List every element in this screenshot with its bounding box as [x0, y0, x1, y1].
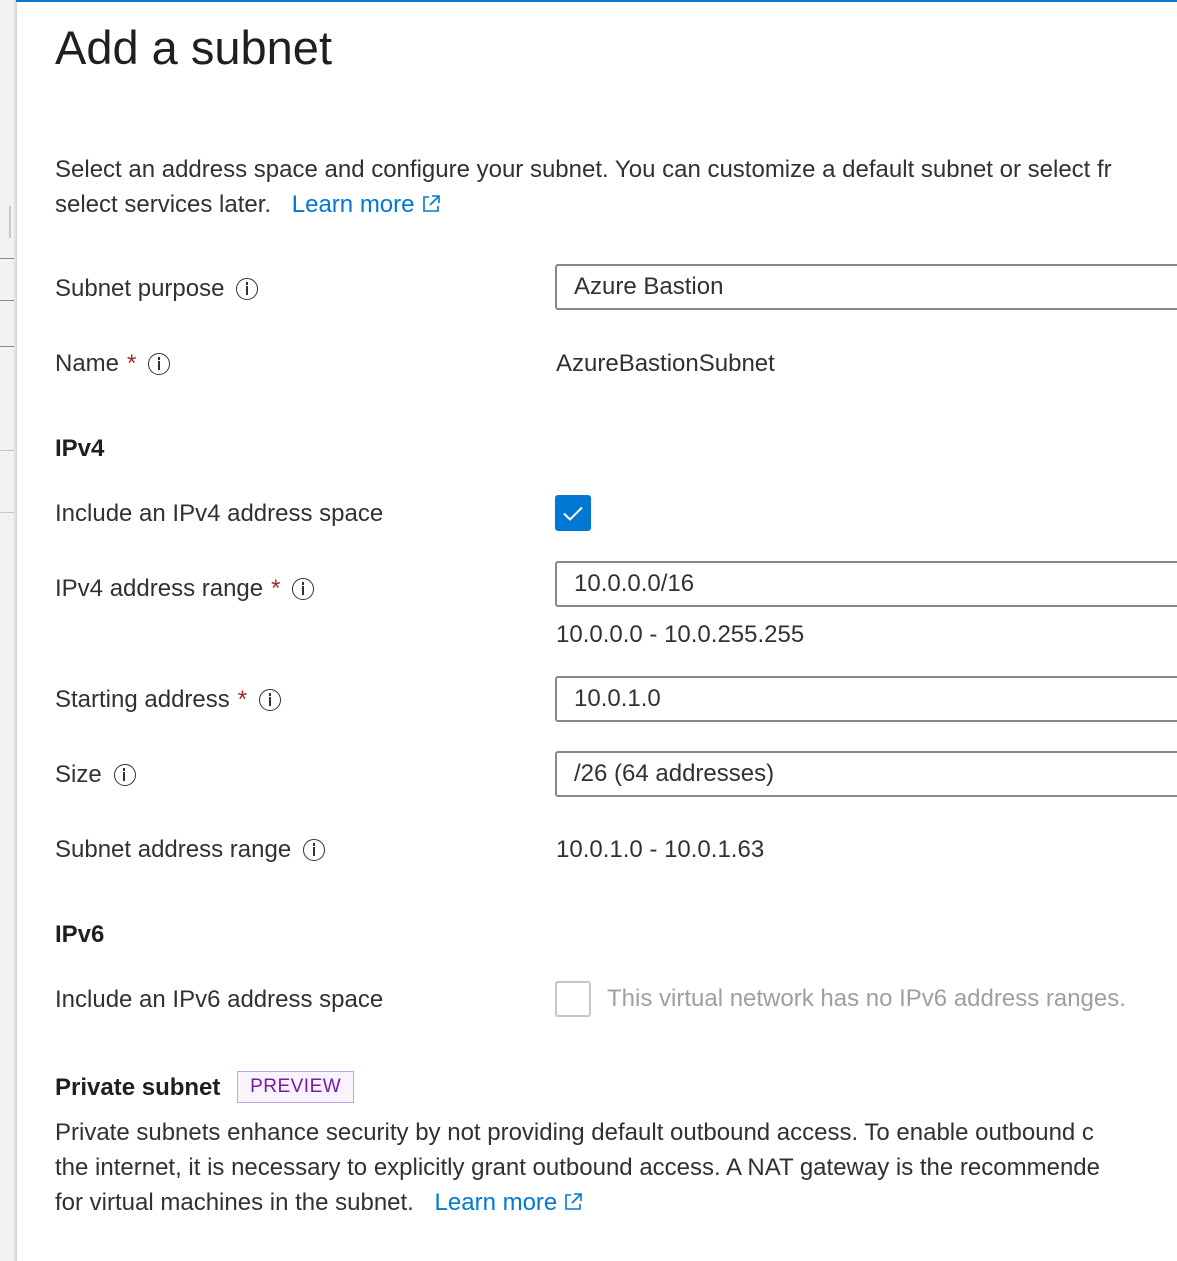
info-icon[interactable]: [113, 764, 136, 786]
ipv4-range-hint: 10.0.0.0 - 10.0.255.255: [556, 621, 805, 648]
external-link-icon: [422, 195, 440, 212]
learn-more-label: Learn more: [291, 191, 415, 218]
size-dropdown[interactable]: /26 (64 addresses): [555, 751, 1177, 797]
name-label: Name *: [55, 350, 171, 378]
panel-top-accent: [16, 0, 1177, 2]
subnet-purpose-label-text: Subnet purpose: [55, 275, 225, 302]
subnet-address-range-label-text: Subnet address range: [55, 836, 292, 863]
learn-more-label: Learn more: [434, 1189, 558, 1216]
private-subnet-heading: Private subnet PREVIEW: [55, 1071, 355, 1103]
name-label-text: Name: [55, 350, 120, 377]
info-icon[interactable]: [303, 839, 326, 861]
info-icon[interactable]: [259, 689, 282, 711]
background-line: [0, 300, 14, 301]
include-ipv6-checkbox: [555, 981, 591, 1017]
starting-address-label-text: Starting address: [55, 686, 230, 713]
ipv4-range-input[interactable]: 10.0.0.0/16: [555, 561, 1177, 607]
include-ipv4-checkbox[interactable]: [555, 495, 591, 531]
ipv4-heading: IPv4: [55, 435, 105, 462]
description-line: Select an address space and configure yo…: [55, 156, 1112, 183]
description-line: the internet, it is necessary to explici…: [55, 1154, 1100, 1181]
starting-address-label: Starting address *: [55, 686, 282, 714]
private-subnet-heading-text: Private subnet: [55, 1074, 221, 1101]
required-asterisk: *: [127, 350, 137, 377]
info-icon[interactable]: [292, 578, 315, 600]
include-ipv4-label-text: Include an IPv4 address space: [55, 500, 384, 527]
include-ipv6-label-text: Include an IPv6 address space: [55, 986, 384, 1013]
background-line: [0, 450, 14, 451]
checkmark-icon: [563, 506, 583, 521]
description-text: for virtual machines in the subnet.: [55, 1189, 414, 1216]
required-asterisk: *: [271, 575, 281, 602]
subnet-address-range-value: 10.0.1.0 - 10.0.1.63: [556, 836, 765, 863]
description-line: for virtual machines in the subnet. Lear…: [55, 1185, 1177, 1220]
subnet-purpose-dropdown[interactable]: Azure Bastion: [555, 264, 1177, 310]
background-line: [0, 258, 14, 259]
preview-badge: PREVIEW: [237, 1071, 355, 1103]
include-ipv6-label: Include an IPv6 address space: [55, 986, 383, 1014]
size-label-text: Size: [55, 761, 102, 788]
subnet-address-range-label: Subnet address range: [55, 836, 326, 864]
description-line: select services later. Learn more: [55, 187, 1177, 222]
description-text: select services later.: [55, 191, 272, 218]
info-icon[interactable]: [236, 278, 259, 300]
description-line: Private subnets enhance security by not …: [55, 1119, 1094, 1146]
name-value: AzureBastionSubnet: [556, 350, 775, 377]
page-title: Add a subnet: [55, 21, 332, 74]
ipv4-range-label-text: IPv4 address range: [55, 575, 264, 602]
info-icon[interactable]: [148, 353, 171, 375]
panel-description: Select an address space and configure yo…: [55, 152, 1177, 222]
ipv6-heading: IPv6: [55, 921, 105, 948]
subnet-purpose-label: Subnet purpose: [55, 275, 259, 303]
size-label: Size: [55, 761, 136, 789]
background-divider: [9, 206, 11, 238]
panel-shadow: [14, 0, 18, 1261]
add-subnet-page: Add a subnet Select an address space and…: [0, 0, 1177, 1261]
ipv6-disabled-note: This virtual network has no IPv6 address…: [607, 985, 1126, 1012]
ipv4-range-label: IPv4 address range *: [55, 575, 315, 603]
learn-more-link[interactable]: Learn more: [292, 191, 441, 218]
starting-address-input[interactable]: 10.0.1.0: [555, 676, 1177, 722]
required-asterisk: *: [237, 686, 248, 713]
private-subnet-description: Private subnets enhance security by not …: [55, 1115, 1177, 1220]
background-line: [0, 346, 14, 347]
external-link-icon: [565, 1193, 583, 1210]
private-subnet-learn-more-link[interactable]: Learn more: [435, 1189, 584, 1216]
background-line: [0, 512, 14, 513]
include-ipv4-label: Include an IPv4 address space: [55, 500, 383, 528]
